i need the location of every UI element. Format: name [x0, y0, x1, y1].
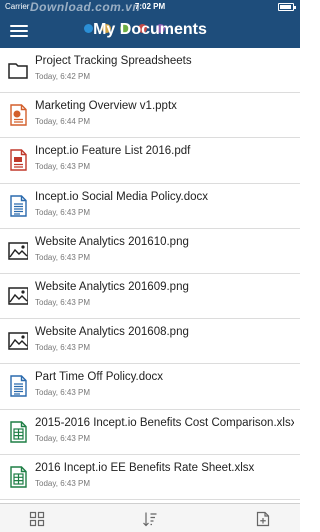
document-name: Website Analytics 201610.png: [35, 235, 189, 248]
pptx-file-icon: [8, 104, 28, 126]
xlsx-file-icon-graphic: [10, 420, 27, 443]
document-row[interactable]: Project Tracking Spreadsheets Today, 6:42…: [0, 48, 300, 94]
pptx-file-icon-graphic: [10, 104, 27, 126]
page-title: My Documents: [93, 21, 207, 38]
sort-icon[interactable]: [142, 511, 158, 527]
document-name: Website Analytics 201608.png: [35, 326, 189, 339]
document-modified-time: Today, 6:43 PM: [35, 478, 90, 488]
document-list: Project Tracking Spreadsheets Today, 6:42…: [0, 48, 300, 503]
document-row[interactable]: Website Analytics 201609.png Today, 6:43 …: [0, 273, 300, 320]
document-row[interactable]: Incept.io Feature List 2016.pdf Today, 6:…: [0, 138, 300, 184]
document-name: 2016 Incept.io EE Benefits Rate Sheet.xl…: [35, 461, 255, 474]
image-file-icon: [8, 285, 29, 307]
image-file-icon-graphic: [8, 287, 29, 305]
folder-icon: [8, 59, 28, 81]
navigation-bar: My Documents: [0, 14, 300, 48]
document-row[interactable]: Marketing Overview v1.pptx Today, 6:44 PM: [0, 93, 300, 139]
xlsx-file-icon: [8, 420, 28, 443]
document-modified-time: Today, 6:42 PM: [35, 72, 90, 81]
document-modified-time: Today, 6:43 PM: [35, 388, 90, 398]
document-name: Incept.io Social Media Policy.docx: [35, 190, 209, 203]
document-row[interactable]: Part Time Off Policy.docx Today, 6:43 PM: [0, 364, 300, 410]
image-file-icon-graphic: [8, 242, 29, 260]
document-modified-time: Today, 6:43 PM: [35, 252, 90, 262]
docx-file-icon: [8, 375, 28, 398]
xlsx-file-icon: [8, 465, 28, 488]
new-document-icon[interactable]: [255, 511, 271, 527]
document-row[interactable]: 2015-2016 Incept.io Benefits Cost Compar…: [0, 409, 300, 455]
docx-file-icon-graphic: [10, 194, 27, 217]
battery-icon: [278, 3, 296, 11]
folder-icon-graphic: [8, 63, 28, 79]
status-bar: Carrier Download.com.vn 7:02 PM: [0, 0, 300, 14]
xlsx-file-icon-graphic: [10, 465, 27, 488]
document-name: Incept.io Feature List 2016.pdf: [35, 145, 191, 158]
document-modified-time: Today, 6:44 PM: [35, 117, 90, 127]
document-name: Project Tracking Spreadsheets: [35, 55, 192, 67]
image-file-icon: [8, 330, 29, 352]
status-time: 7:02 PM: [134, 2, 166, 11]
grid-view-icon[interactable]: [29, 511, 45, 527]
document-row[interactable]: 2016 Incept.io EE Benefits Rate Sheet.xl…: [0, 454, 300, 500]
document-modified-time: Today, 6:43 PM: [35, 433, 90, 443]
document-modified-time: Today, 6:43 PM: [35, 162, 90, 172]
pdf-file-icon-graphic: [10, 149, 27, 172]
document-row[interactable]: Website Analytics 201608.png Today, 6:43 …: [0, 319, 300, 365]
document-name: 2015-2016 Incept.io Benefits Cost Compar…: [35, 416, 294, 429]
pdf-file-icon: [8, 149, 28, 172]
document-modified-time: Today, 6:43 PM: [35, 343, 90, 353]
document-modified-time: Today, 6:43 PM: [35, 207, 90, 217]
document-name: Marketing Overview v1.pptx: [35, 100, 177, 113]
document-row[interactable]: Incept.io Social Media Policy.docx Today,…: [0, 183, 300, 229]
bottom-toolbar: [0, 503, 300, 532]
document-row[interactable]: Website Analytics 201610.png Today, 6:43 …: [0, 228, 300, 274]
docx-file-icon-graphic: [10, 375, 27, 398]
document-name: Website Analytics 201609.png: [35, 280, 189, 293]
image-file-icon-graphic: [8, 332, 29, 350]
document-modified-time: Today, 6:43 PM: [35, 297, 90, 307]
image-file-icon: [8, 240, 29, 262]
docx-file-icon: [8, 194, 28, 217]
document-name: Part Time Off Policy.docx: [35, 371, 164, 384]
